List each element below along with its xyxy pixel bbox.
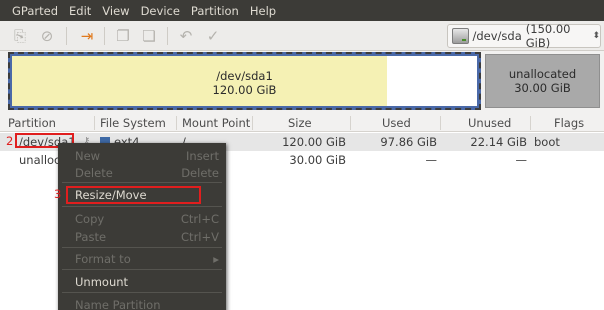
menu-help[interactable]: Help [250,4,276,18]
cell-flags: boot [534,135,560,149]
menu-partition[interactable]: Partition [191,4,239,18]
context-menu: New Insert Delete Delete Resize/Move Cop… [58,143,226,310]
accel-new: Insert [186,149,219,163]
accel-paste: Ctrl+V [181,230,219,244]
unallocated-size: 30.00 GiB [514,81,571,95]
unallocated-label: unallocated 30.00 GiB [486,67,599,95]
menu-separator [62,182,222,183]
accel-delete: Delete [181,166,219,180]
menu-separator [62,269,222,270]
column-separator [252,116,253,130]
disk-map-partition-sda1[interactable]: /dev/sda1 120.00 GiB [8,52,481,110]
cell-unused: — [515,153,528,167]
column-separator [350,116,351,130]
resize-move-icon[interactable]: ⇥ [77,26,97,46]
menu-separator [62,247,222,248]
disk-map-unallocated[interactable]: unallocated 30.00 GiB [485,54,600,108]
menu-edit[interactable]: Edit [69,4,91,18]
menu-item-delete[interactable]: Delete [75,166,113,180]
device-name: /dev/sda [472,29,522,43]
toolbar-separator [104,27,105,45]
menu-separator [62,206,222,207]
cell-used: — [425,153,438,167]
partition-body: /dev/sda1 120.00 GiB [12,56,477,106]
device-size: (150.00 GiB) [525,22,571,50]
menu-item-unmount[interactable]: Unmount [75,275,128,289]
delete-icon[interactable]: ⊘ [37,26,57,46]
cell-size: 30.00 GiB [289,153,346,167]
paste-icon[interactable]: ❏ [139,26,159,46]
col-size[interactable]: Size [288,116,312,130]
undo-icon[interactable]: ↶ [176,26,196,46]
col-used[interactable]: Used [382,116,411,130]
menu-device[interactable]: Device [141,4,180,18]
menu-item-new[interactable]: New [75,149,100,163]
column-separator [176,116,177,130]
copy-icon[interactable]: ❐ [113,26,133,46]
col-mountpoint[interactable]: Mount Point [182,116,250,130]
hard-disk-icon [452,28,470,44]
column-separator [94,116,95,130]
menu-item-format-to[interactable]: Format to [75,252,131,266]
apply-icon[interactable]: ✓ [203,26,223,46]
column-separator [440,116,441,130]
gparted-window: GParted Edit View Device Partition Help … [0,0,604,310]
step-number-3: 3 [54,187,62,201]
menu-item-copy[interactable]: Copy [75,212,104,226]
highlight-box-resize-move [66,186,201,204]
accel-copy: Ctrl+C [180,212,219,226]
menu-separator [62,292,222,293]
menubar: GParted Edit View Device Partition Help [0,0,604,21]
column-separator [530,116,531,130]
menu-item-paste[interactable]: Paste [75,230,106,244]
new-partition-icon[interactable]: ⎘ [10,26,30,46]
menu-view[interactable]: View [102,4,129,18]
toolbar-separator [66,27,67,45]
partition-label: /dev/sda1 120.00 GiB [12,69,477,97]
cell-size: 120.00 GiB [282,135,346,149]
menu-item-name-partition[interactable]: Name Partition [75,298,161,310]
chevron-updown-icon: ⬍ [592,31,600,41]
col-partition[interactable]: Partition [8,116,56,130]
unallocated-name: unallocated [508,67,577,81]
col-filesystem[interactable]: File System [100,116,166,130]
submenu-arrow-icon: ▸ [213,252,219,266]
cell-used: 97.86 GiB [380,135,437,149]
partition-size: 120.00 GiB [212,83,277,97]
col-unused[interactable]: Unused [468,116,511,130]
step-number-2: 2 [6,134,14,148]
menu-gparted[interactable]: GParted [12,4,58,18]
device-selector[interactable]: /dev/sda (150.00 GiB) ⬍ [447,22,601,50]
partition-name: /dev/sda1 [216,69,273,83]
col-flags[interactable]: Flags [554,116,584,130]
toolbar-separator [167,27,168,45]
cell-unused: 22.14 GiB [470,135,527,149]
table-header: Partition File System Mount Point Size U… [0,114,604,132]
